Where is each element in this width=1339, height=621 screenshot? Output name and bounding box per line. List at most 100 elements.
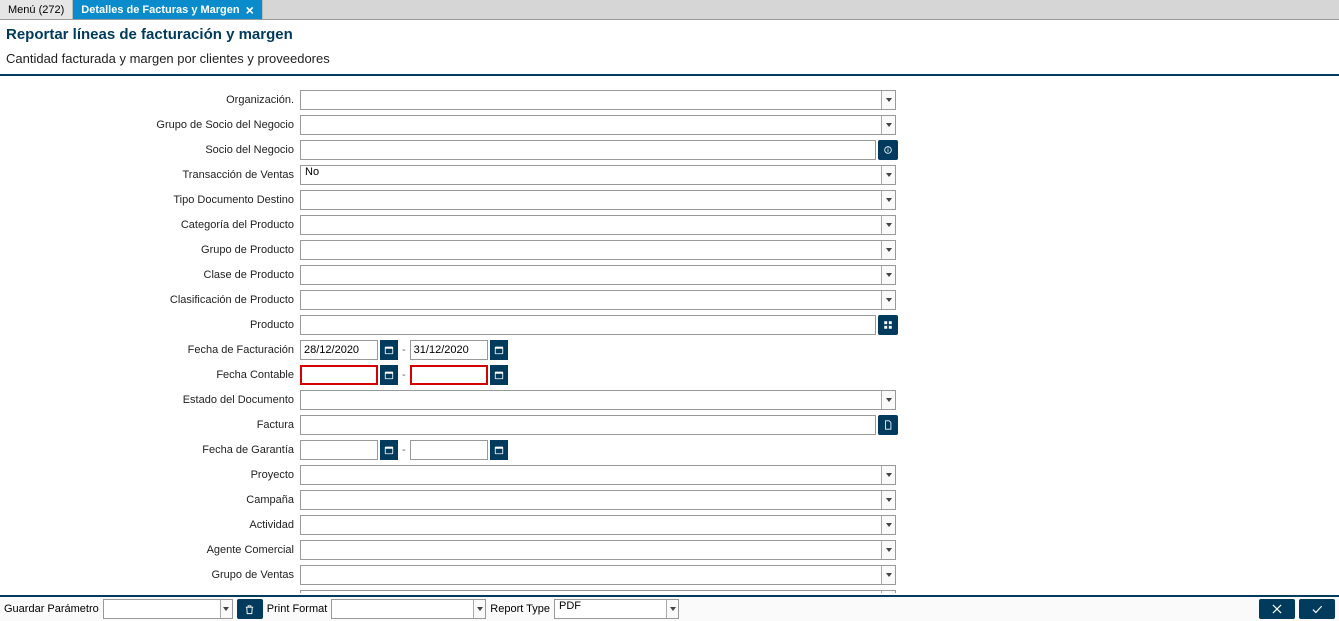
factura-label: Factura	[0, 419, 300, 431]
grupo-producto-combo[interactable]	[300, 240, 896, 260]
tab-menu[interactable]: Menú (272)	[0, 0, 73, 19]
ok-button[interactable]	[1299, 599, 1335, 619]
fecha-fact-label: Fecha de Facturación	[0, 344, 300, 356]
chevron-down-icon[interactable]	[666, 600, 678, 618]
cancel-button[interactable]	[1259, 599, 1295, 619]
trans-ventas-combo[interactable]: No	[300, 165, 896, 185]
chevron-down-icon[interactable]	[881, 266, 895, 284]
tab-detalles-facturas[interactable]: Detalles de Facturas y Margen ×	[73, 0, 263, 19]
fecha-cont-from-input[interactable]	[300, 365, 378, 385]
chevron-down-icon[interactable]	[881, 566, 895, 584]
factura-input[interactable]	[300, 415, 876, 435]
socio-label: Socio del Negocio	[0, 144, 300, 156]
tipo-doc-label: Tipo Documento Destino	[0, 194, 300, 206]
close-icon[interactable]: ×	[246, 3, 254, 17]
organizacion-combo[interactable]	[300, 90, 896, 110]
producto-input[interactable]	[300, 315, 876, 335]
fecha-garantia-from-input[interactable]	[300, 440, 378, 460]
fecha-fact-from-input[interactable]	[300, 340, 378, 360]
print-format-combo[interactable]	[331, 599, 486, 619]
grupo-ventas-label: Grupo de Ventas	[0, 569, 300, 581]
fecha-garantia-to-calendar[interactable]	[490, 440, 508, 460]
factura-lookup-button[interactable]	[878, 415, 898, 435]
chevron-down-icon[interactable]	[881, 541, 895, 559]
chevron-down-icon[interactable]	[881, 191, 895, 209]
chevron-down-icon[interactable]	[881, 466, 895, 484]
clase-producto-combo[interactable]	[300, 265, 896, 285]
fecha-garantia-label: Fecha de Garantía	[0, 444, 300, 456]
tipo-doc-combo[interactable]	[300, 190, 896, 210]
proyecto-combo[interactable]	[300, 465, 896, 485]
trash-icon	[244, 604, 255, 615]
chevron-down-icon[interactable]	[881, 241, 895, 259]
check-icon	[1310, 602, 1324, 616]
delete-param-button[interactable]	[237, 599, 263, 619]
agente-combo[interactable]	[300, 540, 896, 560]
estado-doc-combo[interactable]	[300, 390, 896, 410]
chevron-down-icon[interactable]	[881, 391, 895, 409]
chevron-down-icon[interactable]	[220, 600, 232, 618]
chevron-down-icon[interactable]	[881, 291, 895, 309]
trans-ventas-label: Transacción de Ventas	[0, 169, 300, 181]
footer-bar: Guardar Parámetro Print Format Report Ty…	[0, 595, 1339, 621]
socio-lookup-button[interactable]	[878, 140, 898, 160]
cat-producto-combo[interactable]	[300, 215, 896, 235]
clase-producto-label: Clase de Producto	[0, 269, 300, 281]
chevron-down-icon[interactable]	[881, 91, 895, 109]
organizacion-label: Organización.	[0, 94, 300, 106]
print-format-label: Print Format	[267, 603, 328, 615]
fecha-fact-to-calendar[interactable]	[490, 340, 508, 360]
actividad-label: Actividad	[0, 519, 300, 531]
tab-bar: Menú (272) Detalles de Facturas y Margen…	[0, 0, 1339, 20]
fecha-garantia-from-calendar[interactable]	[380, 440, 398, 460]
date-separator: -	[400, 369, 408, 381]
chevron-down-icon[interactable]	[881, 516, 895, 534]
page-subtitle: Cantidad facturada y margen por clientes…	[0, 45, 1339, 76]
producto-label: Producto	[0, 319, 300, 331]
fecha-cont-from-calendar[interactable]	[380, 365, 398, 385]
calendar-icon	[494, 370, 504, 380]
campana-combo[interactable]	[300, 490, 896, 510]
guardar-param-combo[interactable]	[103, 599, 233, 619]
grupo-producto-label: Grupo de Producto	[0, 244, 300, 256]
calendar-icon	[494, 345, 504, 355]
document-icon	[883, 420, 893, 430]
report-type-label: Report Type	[490, 603, 550, 615]
proyecto-label: Proyecto	[0, 469, 300, 481]
fecha-cont-to-calendar[interactable]	[490, 365, 508, 385]
cat-producto-label: Categoría del Producto	[0, 219, 300, 231]
grupo-socio-combo[interactable]	[300, 115, 896, 135]
actividad-combo[interactable]	[300, 515, 896, 535]
calendar-icon	[384, 370, 394, 380]
date-separator: -	[400, 344, 408, 356]
chevron-down-icon[interactable]	[473, 600, 485, 618]
tab-active-label: Detalles de Facturas y Margen	[81, 4, 239, 16]
page-header: Reportar líneas de facturación y margen	[0, 20, 1339, 45]
date-separator: -	[400, 444, 408, 456]
chevron-down-icon[interactable]	[881, 491, 895, 509]
producto-lookup-button[interactable]	[878, 315, 898, 335]
fecha-fact-from-calendar[interactable]	[380, 340, 398, 360]
clasif-producto-combo[interactable]	[300, 290, 896, 310]
grupo-ventas-combo[interactable]	[300, 565, 896, 585]
fecha-garantia-to-input[interactable]	[410, 440, 488, 460]
tab-menu-label: Menú (272)	[8, 4, 64, 16]
estado-doc-label: Estado del Documento	[0, 394, 300, 406]
close-icon	[1270, 602, 1284, 616]
chevron-down-icon[interactable]	[881, 166, 895, 184]
chevron-down-icon[interactable]	[881, 116, 895, 134]
tipo-cuenta-combo[interactable]	[300, 590, 896, 593]
calendar-icon	[384, 445, 394, 455]
trans-ventas-value: No	[301, 163, 323, 181]
clasif-producto-label: Clasificación de Producto	[0, 294, 300, 306]
report-type-value: PDF	[555, 597, 585, 615]
guardar-param-label: Guardar Parámetro	[4, 603, 99, 615]
chevron-down-icon[interactable]	[881, 216, 895, 234]
form-scroll[interactable]: Organización. Grupo de Socio del Negocio…	[0, 80, 1339, 593]
fecha-cont-to-input[interactable]	[410, 365, 488, 385]
fecha-fact-to-input[interactable]	[410, 340, 488, 360]
socio-input[interactable]	[300, 140, 876, 160]
report-type-combo[interactable]: PDF	[554, 599, 679, 619]
calendar-icon	[494, 445, 504, 455]
chevron-down-icon[interactable]	[881, 591, 895, 593]
